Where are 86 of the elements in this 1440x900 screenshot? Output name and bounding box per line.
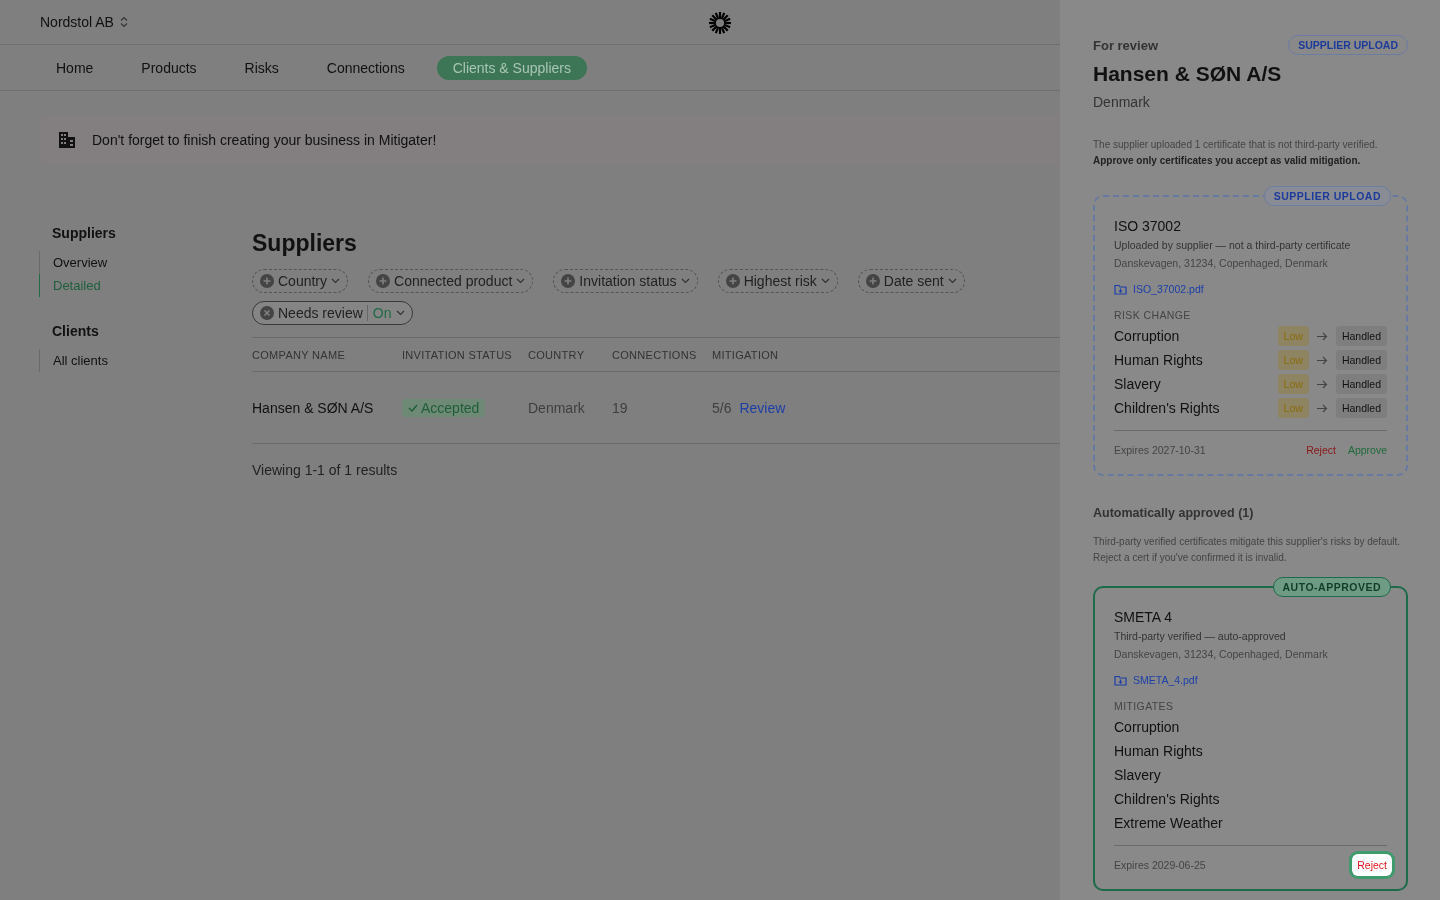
nav-tab[interactable]: Risks (228, 55, 295, 80)
arrow-right-icon (1316, 355, 1328, 365)
column-header: CONNECTIONS (612, 348, 697, 361)
nav-tab[interactable]: Home (40, 55, 110, 80)
risk-name: Corruption (1114, 328, 1181, 344)
supplier-name: Hansen & SØN A/S (1093, 62, 1283, 86)
plus-icon (865, 274, 880, 288)
certificate-badge: SUPPLIER UPLOAD (1263, 186, 1391, 206)
status-badge: Handled (1335, 350, 1387, 370)
risk-name: Human Rights (1114, 743, 1204, 759)
chevron-down-icon (947, 278, 957, 284)
status-badge: Handled (1335, 374, 1387, 394)
logo-icon (707, 10, 733, 36)
certificate-name: SMETA 4 (1114, 609, 1174, 625)
plus-icon (376, 274, 391, 288)
risk-name: Human Rights (1114, 352, 1204, 368)
sidebar-item[interactable]: All clients (39, 349, 108, 372)
expiry-date: Expires 2029-06-25 (1114, 859, 1207, 871)
nav-tab[interactable]: Clients & Suppliers (436, 55, 587, 80)
nav-tab[interactable]: Connections (310, 55, 421, 80)
plus-icon (561, 274, 576, 288)
column-header: INVITATION STATUS (402, 348, 512, 361)
certificate-subtitle: Uploaded by supplier — not a third-party certificate (1114, 239, 1352, 251)
plus-icon (725, 274, 740, 288)
file-link[interactable]: ISO_37002.pdf (1114, 283, 1387, 295)
reject-button[interactable]: Reject (1306, 441, 1336, 459)
connections-count: 19 (612, 399, 628, 416)
organization-switcher[interactable]: Nordstol AB (40, 14, 128, 30)
certificate-name: ISO 37002 (1114, 218, 1182, 234)
risk-name: Slavery (1114, 767, 1162, 783)
country-cell: Denmark (528, 399, 585, 416)
review-note: The supplier uploaded 1 certificate that is not third-party verified. Approve only certificates you accept as valid mitigation. (1093, 138, 1379, 168)
arrow-right-icon (1316, 331, 1328, 341)
status-badge: Handled (1335, 398, 1387, 418)
building-icon (58, 131, 76, 149)
plus-icon (260, 274, 274, 288)
column-header: MITIGATION (712, 348, 779, 361)
mitigation-count: 5/6 (712, 399, 732, 416)
page-title: Suppliers (252, 230, 358, 257)
nav-tab[interactable]: Products (125, 55, 213, 80)
arrow-right-icon (1316, 379, 1328, 389)
company-name: Hansen & SØN A/S (252, 399, 374, 416)
chevron-down-icon (820, 278, 830, 284)
status-badge: Accepted (402, 398, 486, 417)
risk-name: Extreme Weather (1114, 815, 1224, 831)
results-summary: Viewing 1-1 of 1 results (252, 462, 399, 478)
chevron-down-icon (331, 278, 341, 284)
sidebar-item[interactable]: Overview (39, 251, 108, 274)
file-link[interactable]: SMETA_4.pdf (1114, 674, 1387, 686)
sidebar-heading: Suppliers (52, 225, 117, 241)
certificate-subtitle: Third-party verified — auto-approved (1114, 630, 1287, 642)
risk-name: Slavery (1114, 376, 1162, 392)
risk-level-badge: Low (1277, 326, 1309, 346)
column-header: COMPANY NAME (252, 348, 346, 361)
check-icon (408, 403, 418, 412)
section-label: For review (1093, 37, 1159, 53)
risk-name: Children's Rights (1114, 400, 1221, 416)
reject-button[interactable]: Reject (1352, 854, 1392, 876)
risk-level-badge: Low (1277, 374, 1309, 394)
risk-name: Children's Rights (1114, 791, 1221, 807)
filter-chip[interactable]: Needs review On (252, 301, 413, 325)
supplier-country: Denmark (1093, 94, 1151, 110)
list-label: RISK CHANGE (1114, 309, 1192, 321)
chevron-down-icon (680, 278, 690, 284)
section-description: Third-party verified certificates mitigate this supplier's risks by default. Reject a cert if you've confirmed it is invalid. (1093, 535, 1402, 565)
list-label: MITIGATES (1114, 700, 1175, 712)
column-header: COUNTRY (528, 348, 585, 361)
sidebar-heading: Clients (52, 323, 100, 339)
folder-download-icon (1114, 674, 1127, 686)
chevron-down-icon (395, 310, 405, 316)
status-badge: Handled (1335, 326, 1387, 346)
banner-message: Don't forget to finish creating your business in Mitigater! (92, 132, 437, 148)
chevron-up-down-icon (119, 16, 128, 28)
folder-download-icon (1114, 283, 1127, 295)
risk-level-badge: Low (1277, 350, 1309, 370)
certificate-address: Danskevagen, 31234, Copenhaged, Denmark (1114, 648, 1329, 660)
risk-name: Corruption (1114, 719, 1181, 735)
expiry-date: Expires 2027-10-31 (1114, 444, 1207, 456)
clear-icon (260, 306, 274, 320)
certificate-address: Danskevagen, 31234, Copenhaged, Denmark (1114, 257, 1329, 269)
risk-level-badge: Low (1277, 398, 1309, 418)
chevron-down-icon (516, 278, 526, 284)
arrow-right-icon (1316, 403, 1328, 413)
review-link[interactable]: Review (739, 399, 786, 416)
certificate-badge: AUTO-APPROVED (1272, 577, 1391, 597)
section-heading: Automatically approved (1) (1093, 506, 1255, 520)
